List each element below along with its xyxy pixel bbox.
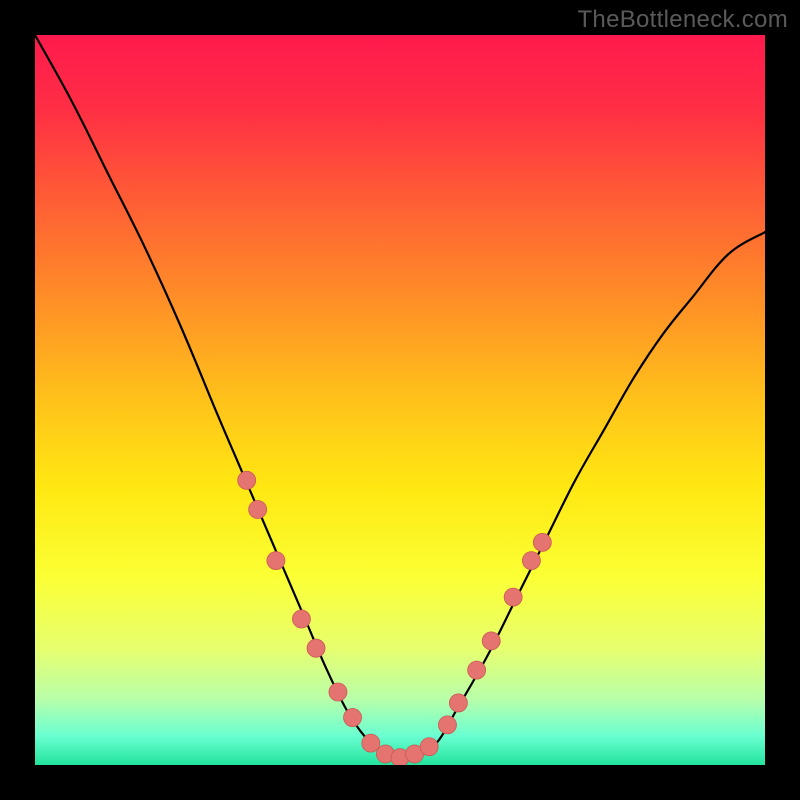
chart-frame: TheBottleneck.com — [0, 0, 800, 800]
data-point — [362, 734, 380, 752]
data-point — [344, 709, 362, 727]
data-point — [533, 533, 551, 551]
data-point — [267, 552, 285, 570]
data-point — [438, 716, 456, 734]
data-point — [522, 552, 540, 570]
data-point — [238, 471, 256, 489]
data-point — [449, 694, 467, 712]
data-point — [504, 588, 522, 606]
data-point — [329, 683, 347, 701]
data-point — [468, 661, 486, 679]
plot-area — [35, 35, 765, 765]
data-point — [482, 632, 500, 650]
data-point — [307, 639, 325, 657]
data-point — [249, 501, 267, 519]
bottleneck-curve — [35, 35, 765, 765]
data-point — [292, 610, 310, 628]
watermark-text: TheBottleneck.com — [577, 6, 788, 34]
data-point — [420, 738, 438, 756]
